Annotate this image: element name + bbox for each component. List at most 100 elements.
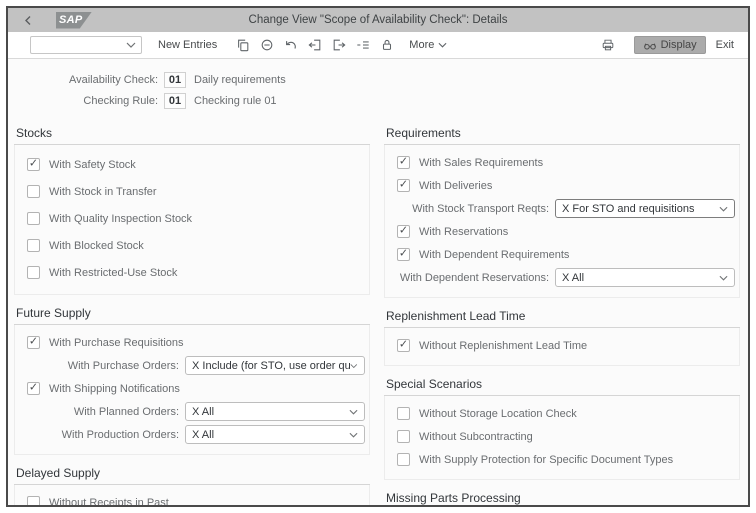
checkbox-with-stock-in-transfer[interactable]: With Stock in Transfer (27, 178, 365, 205)
checkbox-box[interactable]: ✓ (27, 158, 40, 171)
dropdown-label: With Planned Orders: (73, 405, 179, 418)
lock-icon[interactable] (375, 35, 399, 55)
field-with-stock-transport-reqts: With Stock Transport Reqts: X For STO an… (397, 197, 735, 220)
section-replenishment-lead-time: Replenishment Lead Time ✓ Without Replen… (384, 307, 740, 366)
dropdown-label: With Production Orders: (61, 428, 179, 441)
field-with-production-orders: With Production Orders: X All (27, 423, 365, 446)
section-special-scenarios: Special Scenarios Without Storage Locati… (384, 375, 740, 480)
field-with-planned-orders: With Planned Orders: X All (27, 400, 365, 423)
section-title: Future Supply (14, 304, 370, 325)
screen: SAP Change View "Scope of Availability C… (0, 0, 756, 513)
printer-icon[interactable] (596, 35, 620, 55)
checkbox-box[interactable]: ✓ (397, 179, 410, 192)
select-entry-icon[interactable] (351, 35, 375, 55)
checkbox-box[interactable]: ✓ (397, 156, 410, 169)
section-content: ✓ With Purchase Requisitions With Purcha… (14, 325, 370, 455)
checkbox-with-dependent-requirements[interactable]: ✓ With Dependent Requirements (397, 243, 735, 266)
left-column: Stocks ✓ With Safety Stock With Stock in… (14, 115, 370, 507)
checkbox-box[interactable]: ✓ (397, 248, 410, 261)
exit-button[interactable]: Exit (716, 39, 734, 51)
toolbar: New Entries More Display Exit (8, 32, 748, 59)
checkbox-label: Without Replenishment Lead Time (419, 339, 588, 352)
checkbox-box[interactable]: ✓ (397, 339, 410, 352)
checkbox-box[interactable]: ✓ (27, 382, 40, 395)
section-content: ✓ Without Replenishment Lead Time (384, 328, 740, 366)
checkbox-with-shipping-notifications[interactable]: ✓ With Shipping Notifications (27, 377, 365, 400)
checkbox-label: With Restricted-Use Stock (49, 266, 178, 279)
chevron-down-icon (350, 363, 358, 368)
checkbox-box[interactable] (397, 407, 410, 420)
checkbox-box[interactable] (397, 453, 410, 466)
chevron-down-icon (349, 409, 358, 415)
checkbox-box[interactable] (27, 266, 40, 279)
chevron-down-icon (719, 206, 728, 212)
checkbox-with-sales-requirements[interactable]: ✓ With Sales Requirements (397, 151, 735, 174)
checkbox-box[interactable]: ✓ (27, 336, 40, 349)
right-column: Requirements ✓ With Sales Requirements ✓… (384, 115, 740, 505)
checkbox-without-storage-location-check[interactable]: Without Storage Location Check (397, 402, 735, 425)
checkbox-label: With Reservations (419, 225, 509, 238)
checkbox-with-quality-inspection-stock[interactable]: With Quality Inspection Stock (27, 205, 365, 232)
checkbox-label: Without Storage Location Check (419, 407, 577, 420)
checkbox-box[interactable] (27, 496, 40, 505)
with-purchase-orders-select[interactable]: X Include (for STO, use order quantity) (185, 356, 365, 375)
section-title: Special Scenarios (384, 375, 740, 396)
form-area: Stocks ✓ With Safety Stock With Stock in… (8, 115, 748, 507)
checkbox-label: With Purchase Requisitions (49, 336, 184, 349)
with-planned-orders-select[interactable]: X All (185, 402, 365, 421)
field-with-dependent-reservations: With Dependent Reservations: X All (397, 266, 735, 289)
new-entries-button[interactable]: New Entries (158, 39, 217, 51)
previous-entry-icon[interactable] (303, 35, 327, 55)
checkbox-with-deliveries[interactable]: ✓ With Deliveries (397, 174, 735, 197)
checkbox-with-blocked-stock[interactable]: With Blocked Stock (27, 232, 365, 259)
availability-check-description: Daily requirements (194, 73, 286, 86)
with-dependent-reservations-select[interactable]: X All (555, 268, 735, 287)
section-title: Replenishment Lead Time (384, 307, 740, 328)
with-production-orders-select[interactable]: X All (185, 425, 365, 444)
checkbox-label: Without Receipts in Past (49, 496, 169, 507)
undo-icon[interactable] (279, 35, 303, 55)
chevron-down-icon (349, 432, 358, 438)
checkbox-label: With Sales Requirements (419, 156, 544, 169)
checkbox-label: Without Subcontracting (419, 430, 533, 443)
copy-icon[interactable] (231, 35, 255, 55)
checkbox-with-supply-protection[interactable]: With Supply Protection for Specific Docu… (397, 448, 735, 471)
checkbox-label: With Dependent Requirements (419, 248, 570, 261)
checkbox-without-receipts-in-past[interactable]: Without Receipts in Past (27, 491, 365, 507)
section-content: Without Storage Location Check Without S… (384, 396, 740, 480)
next-entry-icon[interactable] (327, 35, 351, 55)
checking-rule-label: Checking Rule: (83, 94, 158, 107)
dropdown-value: X All (562, 271, 585, 284)
section-title: Delayed Supply (14, 464, 370, 485)
section-delayed-supply: Delayed Supply Without Receipts in Past … (14, 464, 370, 507)
variant-combobox[interactable] (30, 36, 142, 54)
checkbox-with-purchase-requisitions[interactable]: ✓ With Purchase Requisitions (27, 331, 365, 354)
checkbox-without-replenishment-lead-time[interactable]: ✓ Without Replenishment Lead Time (397, 334, 735, 357)
toolbar-icon-group (231, 35, 399, 55)
checkbox-label: With Supply Protection for Specific Docu… (419, 453, 674, 466)
with-stock-transport-reqts-select[interactable]: X For STO and requisitions (555, 199, 735, 218)
display-button[interactable]: Display (633, 36, 706, 54)
checking-rule-description: Checking rule 01 (194, 94, 277, 107)
checkbox-box[interactable] (397, 430, 410, 443)
dropdown-label: With Stock Transport Reqts: (412, 202, 549, 215)
checking-rule-value[interactable]: 01 (164, 92, 186, 109)
delete-icon[interactable] (255, 35, 279, 55)
availability-check-value[interactable]: 01 (164, 71, 186, 88)
checkbox-box[interactable] (27, 185, 40, 198)
section-missing-parts-processing: Missing Parts Processing Checking Period… (384, 489, 740, 505)
more-button[interactable]: More (409, 39, 447, 51)
glasses-icon (643, 43, 656, 50)
dropdown-value: X For STO and requisitions (562, 202, 695, 215)
checkbox-with-safety-stock[interactable]: ✓ With Safety Stock (27, 151, 365, 178)
section-content: ✓ With Safety Stock With Stock in Transf… (14, 145, 370, 295)
checkbox-box[interactable] (27, 212, 40, 225)
section-title: Missing Parts Processing (384, 489, 740, 505)
checkbox-with-restricted-use-stock[interactable]: With Restricted-Use Stock (27, 259, 365, 286)
checkbox-label: With Blocked Stock (49, 239, 144, 252)
checkbox-box[interactable] (27, 239, 40, 252)
checkbox-with-reservations[interactable]: ✓ With Reservations (397, 220, 735, 243)
shell-header: SAP Change View "Scope of Availability C… (8, 8, 748, 32)
checkbox-box[interactable]: ✓ (397, 225, 410, 238)
checkbox-without-subcontracting[interactable]: Without Subcontracting (397, 425, 735, 448)
